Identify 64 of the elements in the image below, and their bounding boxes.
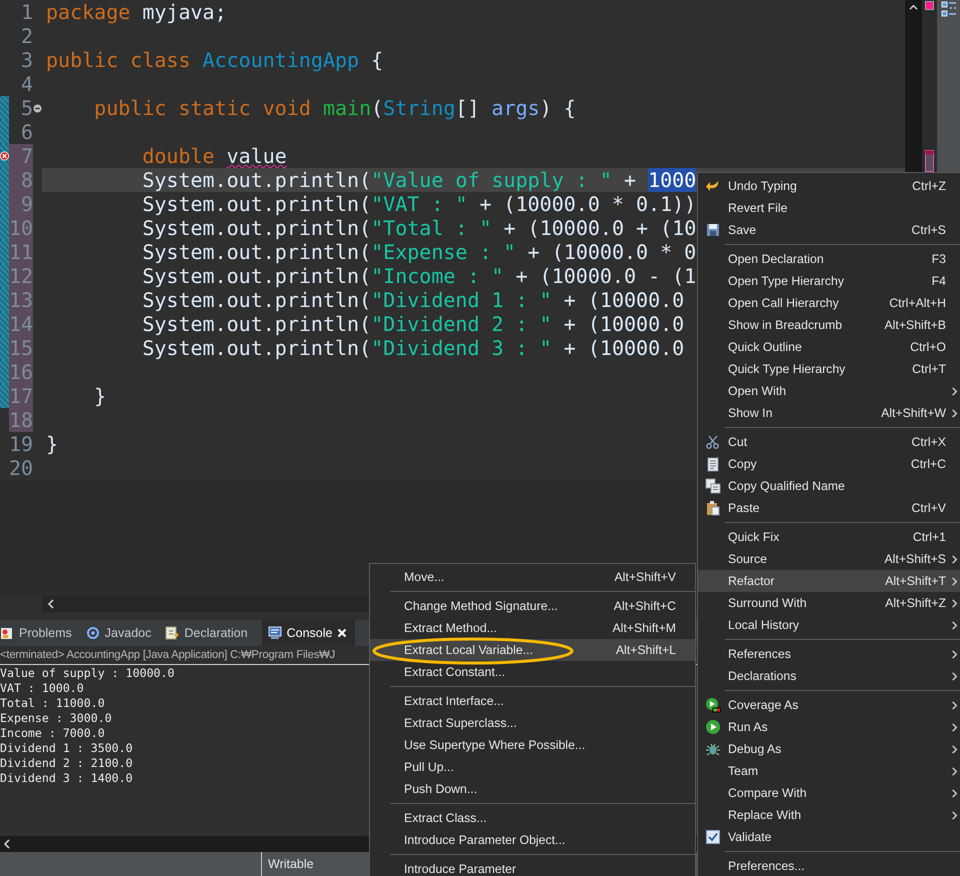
console-line: Dividend 1 : 3500.0 <box>0 741 133 756</box>
line-number: 19 <box>9 432 33 456</box>
range-marker <box>0 216 9 240</box>
line-number: 1 <box>20 0 33 24</box>
line-number: 10 <box>9 216 33 240</box>
range-marker <box>0 96 9 120</box>
console-line: Income : 7000.0 <box>0 726 105 741</box>
document-icon <box>705 456 721 472</box>
line-number: 15 <box>9 336 33 360</box>
outline-icon[interactable] <box>940 1 956 17</box>
run-icon <box>705 719 721 735</box>
scroll-left-icon <box>46 599 56 609</box>
menu-item[interactable]: Refactor Alt+Shift+T <box>698 570 960 592</box>
console-line: Dividend 2 : 2100.0 <box>0 756 133 771</box>
range-marker <box>0 384 9 408</box>
line-number: 3 <box>20 48 33 72</box>
documents-icon <box>705 478 721 494</box>
range-marker <box>0 360 9 384</box>
line-number: 18 <box>9 408 33 432</box>
console-line: Expense : 3000.0 <box>0 711 112 726</box>
range-marker <box>0 312 9 336</box>
console-line: Value of supply : 10000.0 <box>0 666 175 681</box>
console-line: VAT : 1000.0 <box>0 681 84 696</box>
range-marker <box>0 120 9 144</box>
console-line: Dividend 3 : 1400.0 <box>0 771 133 786</box>
line-number: 8 <box>9 168 33 192</box>
line-number: 12 <box>9 264 33 288</box>
line-number: 9 <box>9 192 33 216</box>
line-number: 6 <box>20 120 33 144</box>
problems-icon <box>0 626 14 640</box>
line-number: 17 <box>9 384 33 408</box>
line-number: 4 <box>20 72 33 96</box>
line-number: 7 <box>9 144 33 168</box>
line-number: 5 <box>20 96 33 120</box>
coverage-icon <box>705 697 721 713</box>
error-marker-icon <box>925 150 934 172</box>
clipboard-icon <box>705 500 721 516</box>
error-icon <box>0 151 9 161</box>
declaration-icon <box>165 626 180 640</box>
checkbox-icon <box>705 829 721 845</box>
console-icon <box>268 626 282 640</box>
close-icon[interactable] <box>337 628 348 638</box>
range-marker <box>0 264 9 288</box>
scissors-icon <box>705 434 721 450</box>
range-marker <box>0 240 9 264</box>
fold-collapse-icon[interactable] <box>33 104 42 112</box>
error-indicator-icon <box>925 1 934 10</box>
at-sign-icon <box>86 626 100 640</box>
line-number: 11 <box>9 240 33 264</box>
range-marker <box>0 192 9 216</box>
line-number: 2 <box>20 24 33 48</box>
line-number: 13 <box>9 288 33 312</box>
bug-icon <box>705 741 721 757</box>
range-marker <box>0 168 9 192</box>
up-chevron-icon <box>909 3 918 12</box>
panel-tab[interactable]: Console <box>262 620 356 646</box>
status-text: Writable <box>261 852 314 876</box>
range-marker <box>0 288 9 312</box>
line-number: 20 <box>9 456 33 480</box>
scroll-left-icon <box>2 839 12 849</box>
range-marker <box>0 336 9 360</box>
line-number: 14 <box>9 312 33 336</box>
console-line: Total : 11000.0 <box>0 696 105 711</box>
line-number: 16 <box>9 360 33 384</box>
